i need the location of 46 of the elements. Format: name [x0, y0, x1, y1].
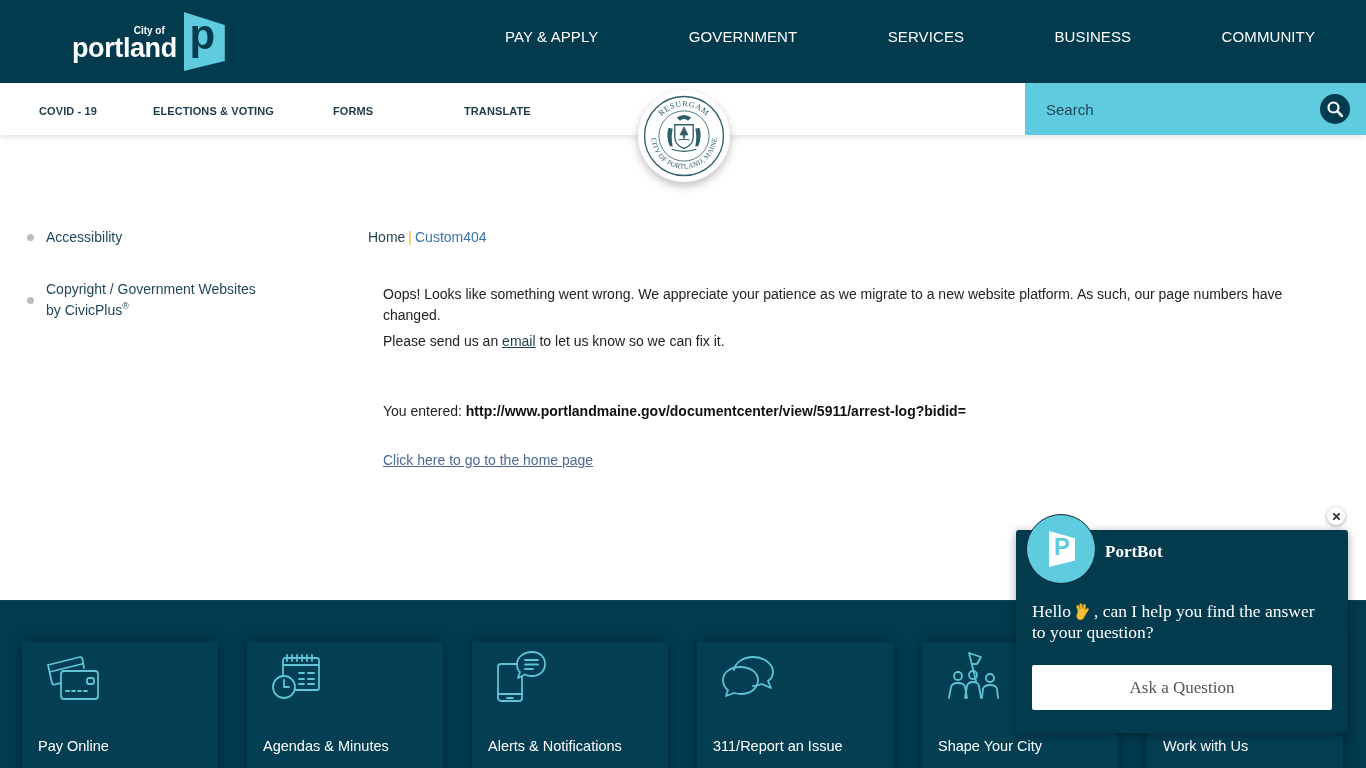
sidebar-link[interactable]: Accessibility	[46, 227, 123, 248]
email-link[interactable]: email	[502, 333, 536, 349]
people-flag-icon	[946, 651, 1000, 701]
breadcrumb-link[interactable]: Custom404	[415, 227, 487, 248]
phone-chat-icon	[496, 649, 547, 703]
home-page-link[interactable]: Click here to go to the home page	[383, 450, 594, 471]
quick-access-tile[interactable]: Agendas & Minutes	[247, 642, 443, 768]
waving-hand-icon	[1074, 602, 1090, 621]
bullet-icon	[27, 296, 34, 304]
speech-bubbles-icon	[721, 654, 775, 698]
logo-mark: P	[1049, 531, 1075, 567]
main-nav-link[interactable]: SERVICES	[887, 28, 965, 45]
bullet-icon	[27, 234, 34, 241]
quick-link[interactable]: TRANSLATE	[464, 104, 531, 117]
chat-title: PortBot	[1105, 542, 1163, 562]
quick-access-tile[interactable]: Alerts & Notifications	[472, 642, 668, 768]
quick-link[interactable]: ELECTIONS & VOTING	[153, 104, 333, 117]
calendar-clock-icon	[271, 652, 321, 700]
coat-of-arms-icon	[667, 115, 701, 152]
breadcrumb-separator: |	[408, 228, 412, 247]
logo-small-text: City of	[133, 24, 165, 36]
logo-mark[interactable]: p	[183, 12, 225, 71]
quick-link[interactable]: COVID - 19	[39, 104, 153, 117]
quick-access-tile[interactable]: Pay Online	[22, 642, 218, 768]
search-field[interactable]: Search	[1046, 93, 1320, 125]
greeting-text: Hello	[1032, 601, 1071, 622]
message-text: Oops! Looks like something went wrong. We appreciate your patience as we migrate to a new website platform. As such, our page numbers have changed.	[383, 285, 1284, 325]
search-button[interactable]	[1320, 94, 1350, 124]
main-nav-link[interactable]: PAY & APPLY	[505, 28, 599, 45]
entered-url-text: You entered: http://www.portlandmaine.gov/documentcenter/view/5911/arrest-log?bidid=	[383, 402, 967, 421]
close-icon	[1332, 512, 1340, 520]
ask-question-button[interactable]: Ask a Question	[1032, 665, 1332, 710]
main-nav-link[interactable]: COMMUNITY	[1221, 28, 1315, 45]
main-nav-link[interactable]: GOVERNMENT	[688, 28, 798, 45]
message-text: Please send us an email to let us know so we can fix it.	[383, 332, 726, 351]
breadcrumb-link[interactable]: Home	[368, 227, 406, 248]
quick-access-tile[interactable]: 311/Report an Issue	[697, 642, 893, 768]
greeting-text: , can I help you find the answer	[1093, 601, 1315, 622]
logo-wordmark[interactable]: portland	[72, 35, 177, 61]
greeting-text: to your question?	[1032, 622, 1154, 642]
search-icon	[1327, 101, 1343, 117]
main-nav-link[interactable]: BUSINESS	[1054, 28, 1132, 45]
search-box[interactable]: Search	[1025, 83, 1366, 135]
sidebar-link[interactable]: Copyright / Government Websites by CivicPlus$^{®}$	[46, 279, 268, 321]
quick-link[interactable]: FORMS	[333, 104, 464, 117]
close-button[interactable]	[1327, 507, 1345, 525]
